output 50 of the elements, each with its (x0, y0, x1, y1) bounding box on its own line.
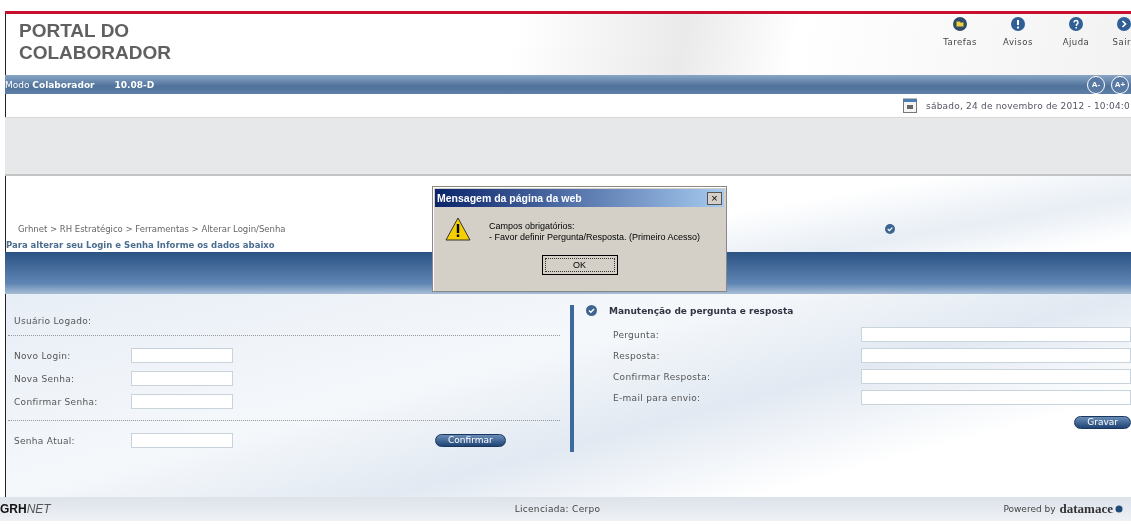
check-icon (586, 305, 597, 316)
input-field[interactable] (131, 394, 233, 409)
version-label: 10.08-D (114, 79, 155, 90)
save-button[interactable]: Gravar (1074, 416, 1131, 429)
input-field[interactable] (131, 433, 233, 448)
field-label: Pergunta: (613, 329, 660, 340)
field-label: E-mail para envio: (613, 392, 701, 403)
check-icon (885, 224, 896, 234)
font-size-button[interactable]: A- (1087, 75, 1105, 94)
mode-label: Modo Colaborador (5, 79, 95, 90)
help-icon (1069, 17, 1083, 31)
ok-button[interactable]: OK (541, 255, 618, 275)
header-action[interactable]: Sair (1105, 17, 1131, 75)
dialog-message: - Favor definir Pergunta/Resposta. (Primeiro Acesso) (489, 232, 701, 243)
breadcrumb: Grhnet > RH Estratégico > Ferramentas > Alterar Login/Senha (18, 224, 286, 234)
input-field[interactable] (861, 327, 1131, 342)
field-label: Confirmar Resposta: (613, 371, 711, 382)
portal-title: PORTAL DO COLABORADOR (18, 19, 171, 65)
license-text: Licenciada: Cerpo (514, 504, 601, 514)
header-action[interactable]: Tarefas (931, 17, 989, 75)
field-label: Usuário Logado: (14, 316, 93, 326)
arrow-right-icon (1117, 17, 1131, 31)
exclamation-icon (1011, 17, 1025, 31)
field-label: Novo Login: (14, 350, 72, 361)
dot-icon (1115, 505, 1123, 513)
logo: GRHNET (0, 502, 51, 516)
header-action[interactable]: Ajuda (1047, 17, 1105, 75)
folder-icon (953, 17, 967, 31)
section-title: Manutenção de pergunta e resposta (609, 305, 794, 316)
date-time: sábado, 24 de novembro de 2012 - 10:04:0 (926, 100, 1130, 111)
dialog-message: Campos obrigatórios: (489, 221, 576, 232)
font-size-button[interactable]: A+ (1111, 75, 1129, 94)
input-field[interactable] (861, 348, 1131, 363)
input-field[interactable] (131, 371, 233, 386)
input-field[interactable] (861, 369, 1131, 384)
header-action[interactable]: Avisos (989, 17, 1047, 75)
instructions: Para alterar seu Login e Senha Informe os dados abaixo (6, 240, 275, 250)
field-label: Nova Senha: (14, 373, 76, 384)
input-field[interactable] (861, 390, 1131, 405)
powered-by-text: Powered by (1003, 504, 1056, 514)
field-label: Resposta: (613, 350, 660, 361)
warning-icon (445, 217, 471, 241)
close-button[interactable]: × (707, 191, 722, 205)
input-field[interactable] (131, 348, 233, 363)
field-label: Senha Atual: (14, 435, 76, 446)
brand-logo: datamace (1059, 501, 1113, 517)
field-label: Confirmar Senha: (14, 396, 99, 407)
calendar-icon (903, 98, 918, 113)
confirm-button[interactable]: Confirmar (435, 434, 506, 447)
dialog-title: Mensagem da página da web (437, 192, 582, 204)
